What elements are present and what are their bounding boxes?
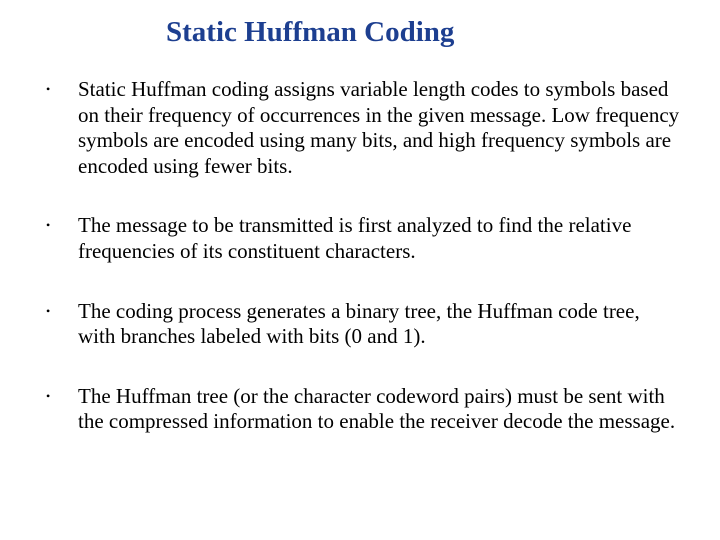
list-item: The coding process generates a binary tr… xyxy=(40,299,680,350)
slide: Static Huffman Coding Static Huffman cod… xyxy=(0,0,720,540)
bullet-list: Static Huffman coding assigns variable l… xyxy=(40,77,680,435)
slide-title: Static Huffman Coding xyxy=(166,16,680,49)
list-item: The message to be transmitted is first a… xyxy=(40,213,680,264)
list-item: The Huffman tree (or the character codew… xyxy=(40,384,680,435)
list-item: Static Huffman coding assigns variable l… xyxy=(40,77,680,179)
